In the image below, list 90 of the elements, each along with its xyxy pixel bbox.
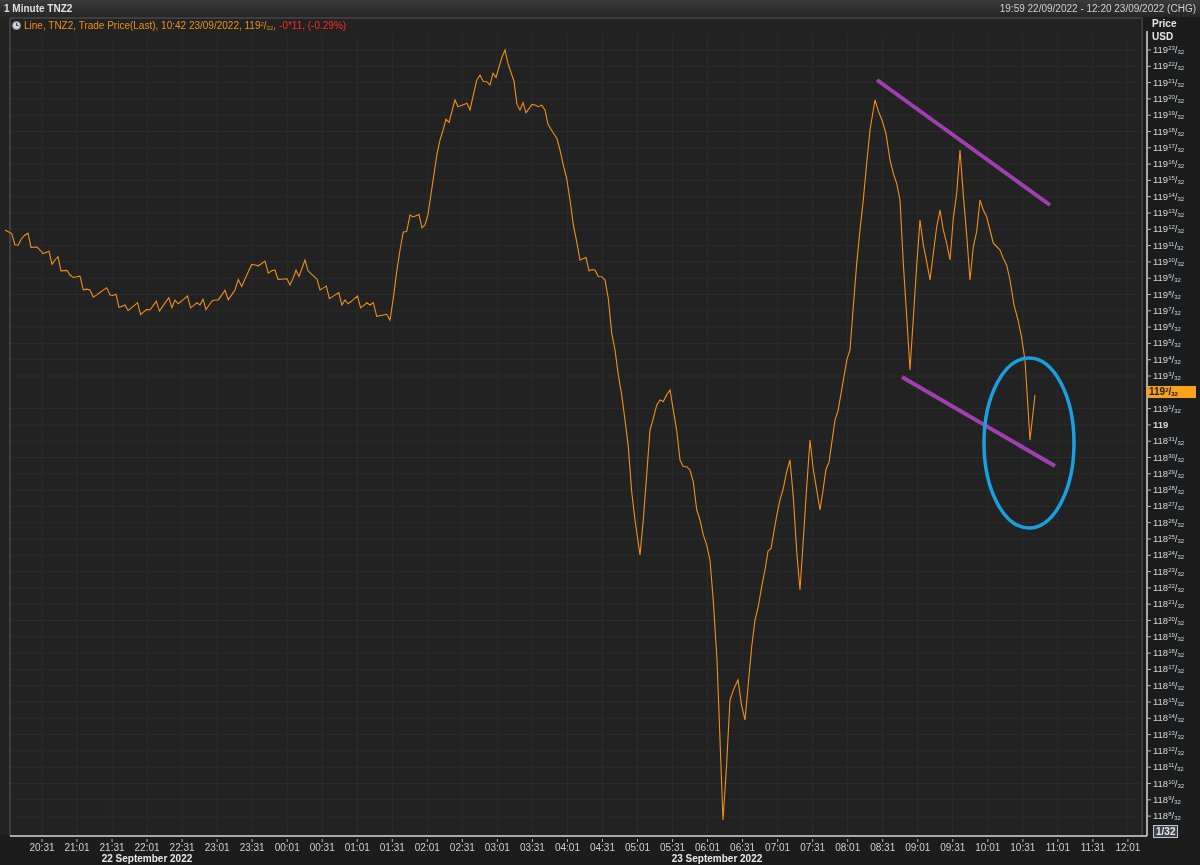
axis-label: 118$^{18}$/$_{32}$ <box>1153 647 1185 659</box>
axis-label: 01:01 <box>344 842 370 853</box>
axis-label: 00:31 <box>309 842 335 853</box>
axis-label: 10:01 <box>975 842 1001 853</box>
axis-label: 119$^{11}$/$_{32}$ <box>1153 239 1184 251</box>
axis-label: 119$^{17}$/$_{32}$ <box>1153 141 1185 153</box>
axis-label: 09:01 <box>905 842 931 853</box>
axis-label: 118$^{22}$/$_{32}$ <box>1153 581 1185 593</box>
axis-label: 118$^{13}$/$_{32}$ <box>1153 728 1185 740</box>
date-label: 23 September 2022 <box>671 853 763 864</box>
legend-text: Line, TNZ2, Trade Price(Last), 10:42 23/09/2022, 119$^{2}$/$_{32}$, <box>24 20 277 31</box>
axis-label: 118$^{28}$/$_{32}$ <box>1153 484 1185 496</box>
axis-label: 06:01 <box>695 842 721 853</box>
axis-label: 118$^{21}$/$_{32}$ <box>1153 598 1185 610</box>
axis-header: USD <box>1152 31 1174 42</box>
axis-label: 119$^{22}$/$_{32}$ <box>1153 60 1185 72</box>
axis-label: 118$^{23}$/$_{32}$ <box>1153 565 1185 577</box>
axis-label: 04:31 <box>589 842 615 853</box>
axis-label: 02:31 <box>449 842 475 853</box>
axis-label: 118$^{25}$/$_{32}$ <box>1153 533 1185 544</box>
axis-label: 118$^{17}$/$_{32}$ <box>1153 663 1185 675</box>
axis-label: 119$^{20}$/$_{32}$ <box>1153 92 1185 104</box>
axis-header: Price <box>1152 18 1177 29</box>
axis-label: 09:31 <box>940 842 966 853</box>
axis-label: 06:31 <box>730 842 756 853</box>
axis-label: 119$^{13}$/$_{32}$ <box>1153 207 1185 218</box>
axis-label: 08:31 <box>870 842 896 853</box>
axis-label: 119$^{15}$/$_{32}$ <box>1153 174 1185 186</box>
axis-label: 12:01 <box>1115 842 1141 853</box>
axis-label: 05:31 <box>660 842 686 853</box>
axis-label: 119 <box>1153 418 1169 430</box>
axis-label: 00:01 <box>274 842 300 853</box>
axis-label: 119$^{12}$/$_{32}$ <box>1153 223 1185 235</box>
axis-label: 118$^{30}$/$_{32}$ <box>1153 451 1185 463</box>
axis-label: 119$^{3}$/$_{32}$ <box>1153 370 1181 381</box>
axis-label: 119$^{7}$/$_{32}$ <box>1153 304 1181 316</box>
axis-label: 118$^{11}$/$_{32}$ <box>1153 761 1184 773</box>
date-range: 19:59 22/09/2022 - 12:20 23/09/2022 (CHG) <box>999 3 1196 14</box>
axis-label: 119$^{9}$/$_{32}$ <box>1153 272 1181 284</box>
axis-label: 119$^{21}$/$_{32}$ <box>1153 76 1185 88</box>
axis-label: 07:01 <box>765 842 791 853</box>
clock-icon[interactable] <box>12 21 21 30</box>
axis-label: 11:01 <box>1045 842 1070 853</box>
axis-label: 02:01 <box>414 842 440 853</box>
axis-label: 10:31 <box>1010 842 1036 853</box>
axis-label: 20:31 <box>29 842 55 853</box>
axis-label: 22:31 <box>169 842 195 853</box>
last-price-label: 119$^{2}$/$_{32}$ <box>1147 386 1196 399</box>
axis-label: 22:01 <box>134 842 160 853</box>
axis-label: 118$^{29}$/$_{32}$ <box>1153 467 1185 479</box>
axis-label: 21:31 <box>99 842 125 853</box>
price-change: -0*11, (-0.29%) <box>279 20 347 31</box>
axis-label: 118$^{8}$/$_{32}$ <box>1153 810 1181 822</box>
axis-label: 118$^{10}$/$_{32}$ <box>1153 777 1185 789</box>
axis-label: 118$^{14}$/$_{32}$ <box>1153 712 1185 724</box>
axis-label: 07:31 <box>800 842 826 853</box>
axis-label: 119$^{6}$/$_{32}$ <box>1153 321 1181 333</box>
axis-label: 119$^{23}$/$_{32}$ <box>1153 44 1185 55</box>
axis-label: 118$^{12}$/$_{32}$ <box>1153 744 1185 756</box>
axis-label: 119$^{5}$/$_{32}$ <box>1153 337 1181 349</box>
axis-label: 118$^{27}$/$_{32}$ <box>1153 500 1185 512</box>
axis-label: 119$^{1}$/$_{32}$ <box>1153 402 1181 414</box>
axis-label: 119$^{14}$/$_{32}$ <box>1153 190 1185 202</box>
axis-label: 118$^{19}$/$_{32}$ <box>1153 630 1185 642</box>
axis-label: 118$^{26}$/$_{32}$ <box>1153 516 1185 528</box>
axis-label: 118$^{15}$/$_{32}$ <box>1153 696 1185 707</box>
axis-label: 01:31 <box>379 842 405 853</box>
axis-label: 119$^{19}$/$_{32}$ <box>1153 109 1185 121</box>
chart-title: 1 Minute TNZ2 <box>4 3 73 14</box>
axis-label: 119$^{4}$/$_{32}$ <box>1153 353 1181 365</box>
axis-label: 03:01 <box>484 842 510 853</box>
axis-label: 03:31 <box>519 842 545 853</box>
axis-label: 08:01 <box>835 842 861 853</box>
axis-label: 118$^{20}$/$_{32}$ <box>1153 614 1185 626</box>
axis-label: 21:01 <box>64 842 90 853</box>
axis-label: 119$^{10}$/$_{32}$ <box>1153 255 1185 267</box>
axis-label: 23:31 <box>239 842 265 853</box>
axis-label: 23:01 <box>204 842 230 853</box>
axis-label: 118$^{24}$/$_{32}$ <box>1153 549 1185 561</box>
axis-label: 118$^{31}$/$_{32}$ <box>1153 435 1185 447</box>
scale-label[interactable]: 1/32 <box>1153 825 1179 838</box>
axis-label: 119$^{16}$/$_{32}$ <box>1153 158 1185 170</box>
axis-label: 118$^{9}$/$_{32}$ <box>1153 793 1181 805</box>
axis-label: 11:31 <box>1080 842 1106 853</box>
axis-label: 118$^{16}$/$_{32}$ <box>1153 679 1185 691</box>
axis-label: 04:01 <box>554 842 580 853</box>
axis-label: 119$^{8}$/$_{32}$ <box>1153 288 1181 300</box>
date-label: 22 September 2022 <box>101 853 193 864</box>
axis-label: 119$^{18}$/$_{32}$ <box>1153 125 1185 137</box>
axis-label: 05:01 <box>625 842 650 853</box>
